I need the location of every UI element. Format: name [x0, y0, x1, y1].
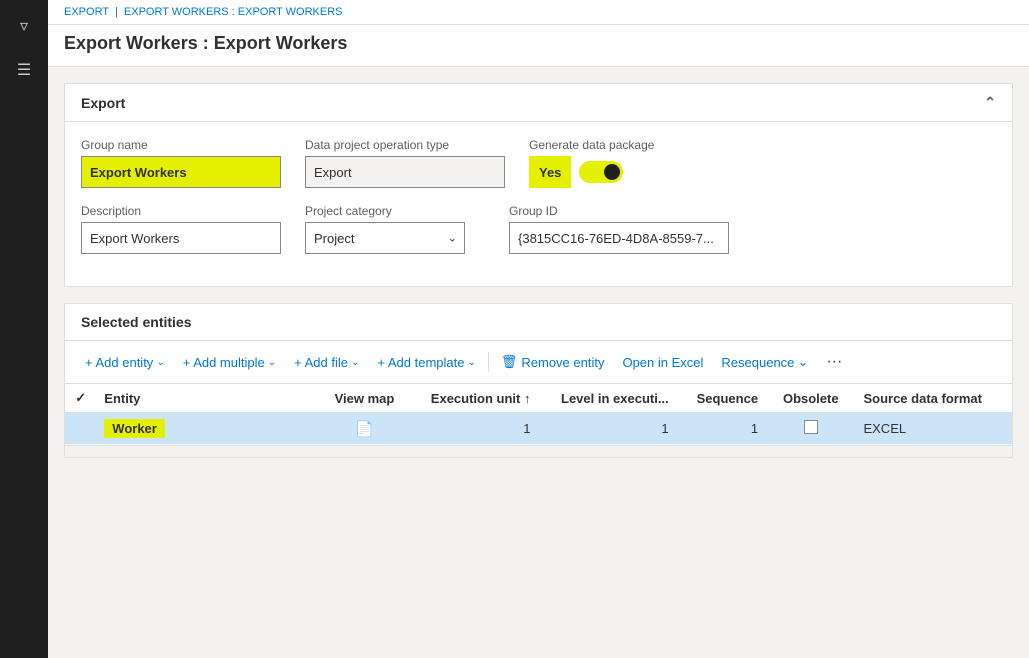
add-file-button[interactable]: + Add file ⌄ — [286, 351, 367, 374]
entities-card-header: Selected entities — [65, 304, 1012, 341]
resequence-button[interactable]: Resequence ⌄ — [713, 350, 816, 374]
col-level: Level in executi... — [538, 384, 676, 413]
entity-table: ✓ Entity View map Execution unit ↑ Level… — [65, 384, 1012, 445]
entities-card-title: Selected entities — [81, 314, 192, 330]
view-map-icon[interactable]: 📄 — [355, 421, 374, 438]
project-category-wrapper: Project ⌄ — [305, 222, 465, 254]
breadcrumb-current: EXPORT WORKERS : EXPORT WORKERS — [124, 6, 343, 18]
group-name-label: Group name — [81, 138, 281, 152]
row-check-cell — [65, 413, 96, 445]
remove-entity-button[interactable]: 🗑 Remove entity — [493, 350, 613, 374]
add-template-chevron: ⌄ — [467, 357, 475, 368]
content-area: Export ⌃ Group name Export Workers Data … — [48, 67, 1029, 658]
sidebar: ▿ ☰ — [0, 0, 48, 658]
col-exec-unit: Execution unit ↑ — [409, 384, 538, 413]
delete-icon: 🗑 — [501, 354, 518, 370]
description-label: Description — [81, 204, 281, 218]
project-category-label: Project category — [305, 204, 485, 218]
group-id-value: {3815CC16-76ED-4D8A-8559-7... — [509, 222, 729, 254]
scrollbar-inner — [65, 446, 565, 447]
data-project-op-value: Export — [305, 156, 505, 188]
row-entity-cell: Worker — [96, 413, 320, 445]
entity-table-head: ✓ Entity View map Execution unit ↑ Level… — [65, 384, 1012, 413]
generate-pkg-toggle[interactable] — [579, 161, 623, 183]
project-category-field: Project category Project ⌄ — [305, 204, 485, 254]
row-exec-unit-cell: 1 — [409, 413, 538, 445]
toolbar-divider-1 — [488, 352, 489, 372]
obsolete-checkbox[interactable] — [804, 420, 818, 434]
group-name-field: Group name Export Workers — [81, 138, 281, 188]
generate-pkg-toggle-row: Yes — [529, 156, 654, 188]
generate-pkg-field: Generate data package Yes — [529, 138, 654, 188]
project-category-select[interactable]: Project — [305, 222, 465, 254]
group-name-value[interactable]: Export Workers — [81, 156, 281, 188]
page-title: Export Workers : Export Workers — [64, 33, 1013, 54]
toggle-knob — [604, 164, 620, 180]
row-source-format-cell: EXCEL — [855, 413, 1012, 445]
page-title-bar: Export Workers : Export Workers — [48, 25, 1029, 67]
add-multiple-chevron: ⌄ — [268, 357, 276, 368]
entity-table-wrapper: ✓ Entity View map Execution unit ↑ Level… — [65, 384, 1012, 445]
add-entity-button[interactable]: + Add entity ⌄ — [77, 351, 173, 374]
col-entity: Entity — [96, 384, 320, 413]
data-project-op-field: Data project operation type Export — [305, 138, 505, 188]
export-collapse-chevron[interactable]: ⌃ — [984, 94, 996, 111]
add-entity-chevron: ⌄ — [156, 357, 164, 368]
form-row-2: Description Project category Project ⌄ — [81, 204, 996, 254]
col-obsolete: Obsolete — [766, 384, 855, 413]
export-card-body: Group name Export Workers Data project o… — [65, 122, 1012, 286]
generate-pkg-label: Generate data package — [529, 138, 654, 152]
generate-pkg-yes-label: Yes — [529, 156, 571, 188]
more-button[interactable]: ··· — [818, 349, 850, 375]
description-input[interactable] — [81, 222, 281, 254]
menu-icon[interactable]: ☰ — [0, 52, 48, 88]
header-check-icon: ✓ — [75, 390, 86, 405]
main-content: EXPORT | EXPORT WORKERS : EXPORT WORKERS… — [48, 0, 1029, 658]
export-card: Export ⌃ Group name Export Workers Data … — [64, 83, 1013, 287]
entities-card: Selected entities + Add entity ⌄ + Add m… — [64, 303, 1013, 458]
row-viewmap-cell[interactable]: 📄 — [320, 413, 409, 445]
description-field: Description — [81, 204, 281, 254]
add-multiple-button[interactable]: + Add multiple ⌄ — [175, 351, 284, 374]
entity-name: Worker — [104, 419, 165, 438]
breadcrumb: EXPORT | EXPORT WORKERS : EXPORT WORKERS — [48, 0, 1029, 25]
add-file-label: + Add file — [294, 355, 348, 370]
breadcrumb-export-link[interactable]: EXPORT — [64, 6, 109, 18]
row-obsolete-cell — [766, 413, 855, 445]
add-template-label: + Add template — [377, 355, 464, 370]
remove-entity-label: Remove entity — [521, 355, 604, 370]
add-entity-label: + Add entity — [85, 355, 153, 370]
group-id-label: Group ID — [509, 204, 729, 218]
add-template-button[interactable]: + Add template ⌄ — [369, 351, 483, 374]
resequence-label: Resequence — [721, 355, 794, 370]
breadcrumb-sep: | — [115, 6, 118, 18]
filter-icon[interactable]: ▿ — [0, 8, 48, 44]
col-sequence: Sequence — [677, 384, 766, 413]
export-card-header: Export ⌃ — [65, 84, 1012, 122]
add-multiple-label: + Add multiple — [183, 355, 265, 370]
row-level-cell: 1 — [538, 413, 676, 445]
resequence-chevron: ⌄ — [797, 354, 808, 370]
col-source-format: Source data format — [855, 384, 1012, 413]
group-id-field: Group ID {3815CC16-76ED-4D8A-8559-7... — [509, 204, 729, 254]
entity-table-body: Worker 📄 1 1 1 EXCEL — [65, 413, 1012, 445]
form-row-1: Group name Export Workers Data project o… — [81, 138, 996, 188]
table-row[interactable]: Worker 📄 1 1 1 EXCEL — [65, 413, 1012, 445]
entities-toolbar: + Add entity ⌄ + Add multiple ⌄ + Add fi… — [65, 341, 1012, 384]
data-project-op-label: Data project operation type — [305, 138, 505, 152]
export-card-title: Export — [81, 95, 125, 111]
col-viewmap: View map — [320, 384, 409, 413]
entity-table-header-row: ✓ Entity View map Execution unit ↑ Level… — [65, 384, 1012, 413]
row-sequence-cell: 1 — [677, 413, 766, 445]
col-check: ✓ — [65, 384, 96, 413]
open-in-excel-button[interactable]: Open in Excel — [614, 351, 711, 374]
add-file-chevron: ⌄ — [351, 357, 359, 368]
horizontal-scrollbar[interactable] — [65, 445, 1012, 457]
